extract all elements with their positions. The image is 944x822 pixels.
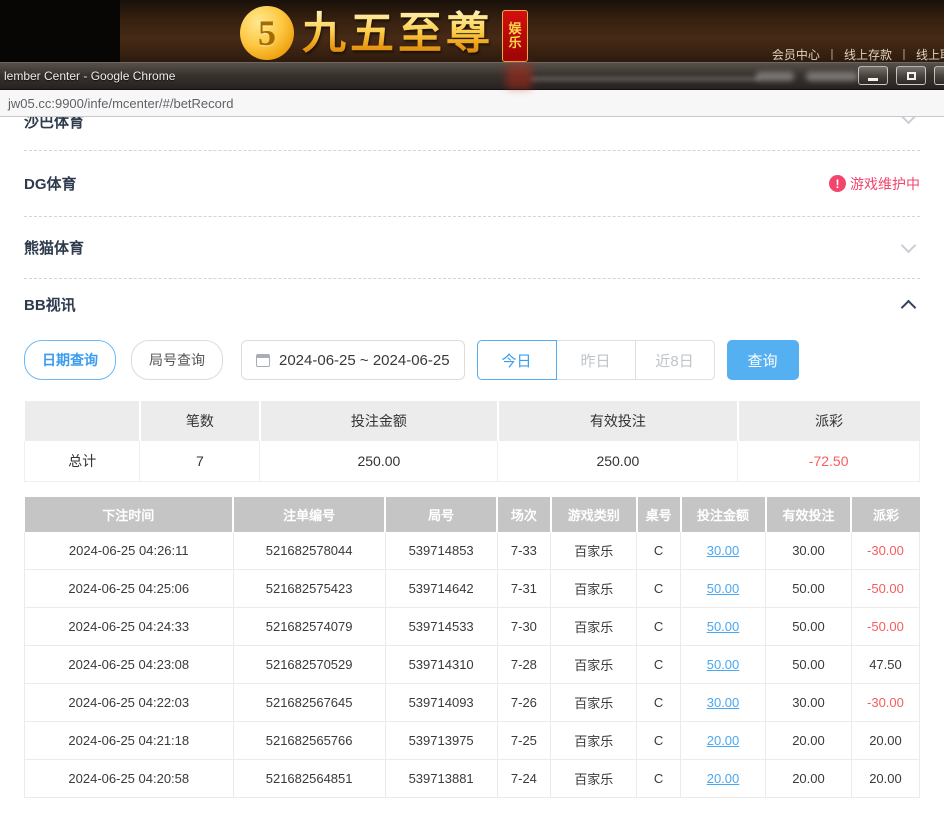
column-header: 派彩 bbox=[851, 497, 919, 532]
window-controls bbox=[858, 66, 938, 85]
chrome-titlebar[interactable]: lember Center - Google Chrome bbox=[0, 62, 944, 90]
column-header: 有效投注 bbox=[498, 401, 738, 441]
table-row: 2024-06-25 04:25:06521682575423539714642… bbox=[25, 570, 920, 608]
site-logo: 5 九五至尊 娱 乐 bbox=[240, 6, 528, 62]
quick-last8days-button[interactable]: 近8日 bbox=[635, 340, 715, 380]
column-header: 游戏类别 bbox=[551, 497, 637, 532]
summary-table-body: 总计7250.00250.00-72.50 bbox=[25, 441, 920, 481]
chevron-down-icon bbox=[901, 117, 917, 124]
maintenance-text: 游戏维护中 bbox=[850, 174, 920, 194]
url-bar[interactable]: jw05.cc:9900/infe/mcenter/#/betRecord bbox=[0, 90, 944, 117]
logo-circle-icon: 5 bbox=[240, 6, 294, 60]
column-header: 投注金额 bbox=[681, 497, 766, 532]
section-dg-sports[interactable]: DG体育 ! 游戏维护中 bbox=[24, 151, 920, 217]
column-header: 局号 bbox=[385, 497, 497, 532]
column-header: 注单编号 bbox=[233, 497, 385, 532]
summary-header-row: 笔数投注金额有效投注派彩 bbox=[25, 401, 920, 441]
maintenance-status-badge: ! 游戏维护中 bbox=[829, 174, 920, 194]
section-bb-video[interactable]: BB视讯 bbox=[24, 279, 920, 329]
section-panda-sports[interactable]: 熊猫体育 bbox=[24, 217, 920, 279]
date-range-value: 2024-06-25 ~ 2024-06-25 bbox=[279, 352, 450, 369]
column-header: 笔数 bbox=[140, 401, 260, 441]
bet-amount-link[interactable]: 20.00 bbox=[707, 771, 740, 786]
quick-date-group: 今日 昨日 近8日 bbox=[477, 340, 715, 380]
date-range-input[interactable]: 2024-06-25 ~ 2024-06-25 bbox=[241, 340, 465, 380]
blurred-badge-reflection bbox=[506, 63, 532, 89]
column-header: 桌号 bbox=[637, 497, 681, 532]
nav-online-deposit[interactable]: 线上存款 bbox=[844, 48, 892, 62]
chevron-down-icon bbox=[901, 238, 917, 254]
column-header: 派彩 bbox=[738, 401, 920, 441]
calendar-icon bbox=[256, 354, 270, 367]
tab-round-query[interactable]: 局号查询 bbox=[131, 340, 223, 380]
section-shaba-sports[interactable]: 沙巴体育 bbox=[24, 117, 920, 151]
search-button[interactable]: 查询 bbox=[727, 340, 799, 380]
table-row: 2024-06-25 04:22:03521682567645539714093… bbox=[25, 684, 920, 722]
blurred-user-info bbox=[756, 72, 794, 81]
nav-member-center[interactable]: 会员中心 bbox=[772, 48, 820, 62]
nav-online-withdraw[interactable]: 线上取 bbox=[916, 48, 944, 62]
column-header: 下注时间 bbox=[25, 497, 234, 532]
table-row: 2024-06-25 04:21:18521682565766539713975… bbox=[25, 722, 920, 760]
maximize-icon bbox=[907, 72, 916, 80]
bet-record-page: 沙巴体育 DG体育 ! 游戏维护中 熊猫体育 BB视讯 日期查询 局号查询 20… bbox=[0, 117, 944, 798]
quick-today-button[interactable]: 今日 bbox=[477, 340, 557, 380]
column-header: 有效投注 bbox=[766, 497, 852, 532]
banner-left-black-area bbox=[0, 0, 120, 62]
bet-amount-link[interactable]: 50.00 bbox=[707, 619, 740, 634]
banner-nav-links: 会员中心丨线上存款丨线上取 bbox=[772, 46, 944, 62]
bet-amount-link[interactable]: 30.00 bbox=[707, 543, 740, 558]
column-header: 场次 bbox=[497, 497, 551, 532]
chevron-up-icon bbox=[901, 299, 917, 315]
exclamation-icon: ! bbox=[829, 175, 846, 192]
logo-text: 九五至尊 bbox=[302, 6, 494, 62]
table-row: 总计7250.00250.00-72.50 bbox=[25, 441, 920, 481]
page-url[interactable]: jw05.cc:9900/infe/mcenter/#/betRecord bbox=[8, 96, 233, 111]
minimize-button[interactable] bbox=[858, 66, 888, 85]
window-title: lember Center - Google Chrome bbox=[4, 69, 175, 83]
bet-table-header-row: 下注时间注单编号局号场次游戏类别桌号投注金额有效投注派彩 bbox=[25, 497, 920, 532]
bet-amount-link[interactable]: 50.00 bbox=[707, 657, 740, 672]
table-row: 2024-06-25 04:26:11521682578044539714853… bbox=[25, 532, 920, 570]
tab-date-query[interactable]: 日期查询 bbox=[24, 340, 116, 380]
quick-yesterday-button[interactable]: 昨日 bbox=[556, 340, 636, 380]
column-header bbox=[25, 401, 140, 441]
blurred-user-info bbox=[806, 72, 858, 81]
bet-amount-link[interactable]: 30.00 bbox=[707, 695, 740, 710]
table-row: 2024-06-25 04:20:58521682564851539713881… bbox=[25, 760, 920, 798]
table-row: 2024-06-25 04:24:33521682574079539714533… bbox=[25, 608, 920, 646]
minimize-icon bbox=[868, 78, 878, 81]
filter-bar: 日期查询 局号查询 2024-06-25 ~ 2024-06-25 今日 昨日 … bbox=[24, 340, 920, 380]
bet-amount-link[interactable]: 20.00 bbox=[707, 733, 740, 748]
bet-record-table: 下注时间注单编号局号场次游戏类别桌号投注金额有效投注派彩 2024-06-25 … bbox=[24, 497, 920, 799]
bet-amount-link[interactable]: 50.00 bbox=[707, 581, 740, 596]
site-banner: 5 九五至尊 娱 乐 会员中心丨线上存款丨线上取 bbox=[0, 0, 944, 62]
close-button[interactable] bbox=[934, 66, 944, 85]
logo-entertainment-badge: 娱 乐 bbox=[502, 10, 528, 62]
table-row: 2024-06-25 04:23:08521682570529539714310… bbox=[25, 646, 920, 684]
column-header: 投注金额 bbox=[260, 401, 498, 441]
maximize-button[interactable] bbox=[896, 66, 926, 85]
summary-table: 笔数投注金额有效投注派彩 总计7250.00250.00-72.50 bbox=[24, 401, 920, 482]
blurred-banner-reflection bbox=[530, 77, 760, 81]
bet-table-body: 2024-06-25 04:26:11521682578044539714853… bbox=[25, 532, 920, 798]
